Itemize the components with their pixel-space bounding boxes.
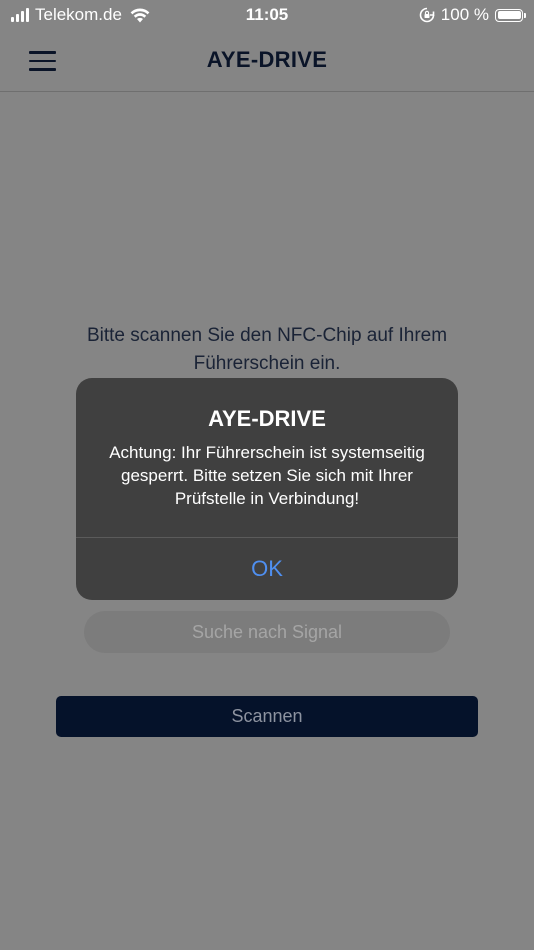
signal-status-button[interactable]: Suche nach Signal	[84, 611, 450, 653]
battery-percentage: 100 %	[440, 5, 489, 24]
nav-bar: AYE-DRIVE	[0, 30, 534, 92]
scan-button[interactable]: Scannen	[56, 696, 478, 737]
alert-dialog: AYE-DRIVE Achtung: Ihr Führerschein ist …	[76, 378, 458, 600]
ok-button[interactable]: OK	[76, 538, 458, 600]
rotation-lock-icon	[419, 7, 435, 23]
alert-title: AYE-DRIVE	[208, 406, 326, 431]
battery-icon	[495, 8, 526, 22]
instruction-text: Bitte scannen Sie den NFC-Chip auf Ihrem…	[86, 325, 448, 374]
screen: { "status_bar": { "carrier": "Telekom.de…	[0, 0, 534, 950]
alert-message: Achtung: Ihr Führerschein ist systemseit…	[109, 443, 425, 508]
status-right: 100 %	[419, 5, 526, 25]
status-bar: Telekom.de 11:05 100 %	[0, 0, 534, 30]
battery-fill	[497, 11, 521, 19]
page-title: AYE-DRIVE	[206, 47, 328, 72]
